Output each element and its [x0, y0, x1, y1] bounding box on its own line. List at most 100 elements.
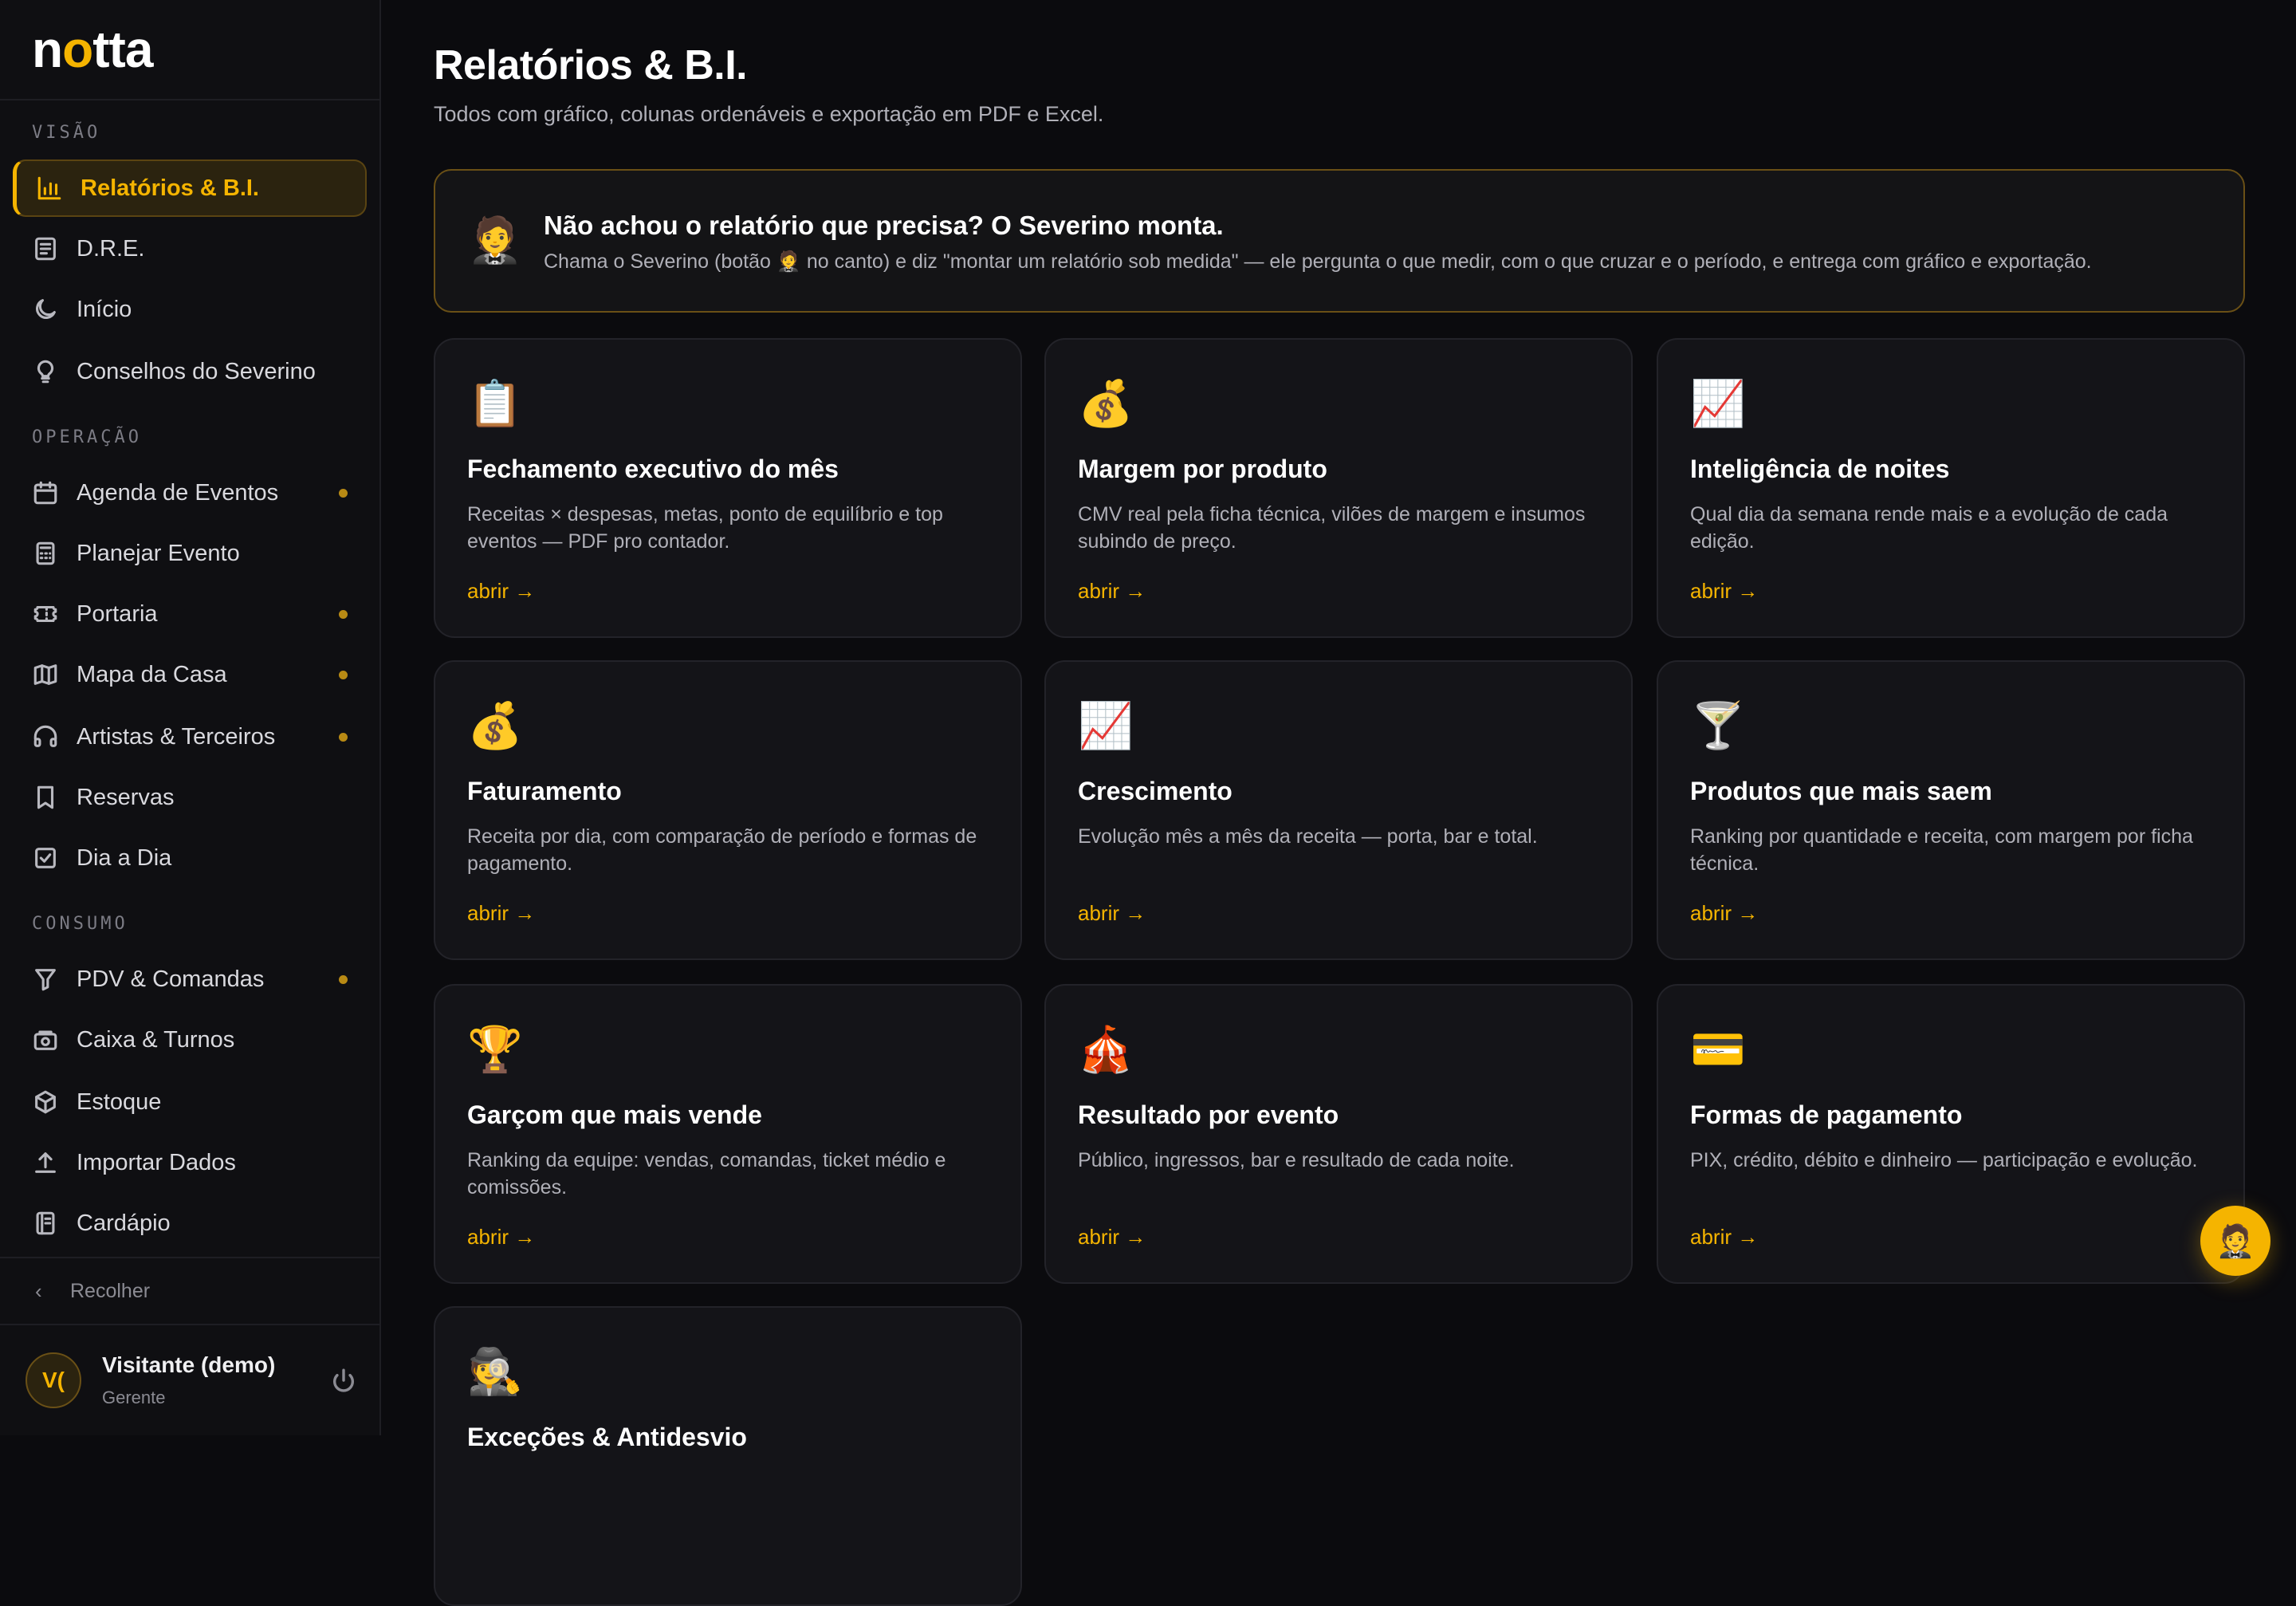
sidebar-item-label: Mapa da Casa [77, 661, 227, 687]
open-link[interactable]: abrir → [1078, 901, 1146, 926]
report-card-faturamento[interactable]: 💰 Faturamento Receita por dia, com compa… [434, 660, 1022, 960]
box-icon [32, 1088, 59, 1116]
notification-dot [339, 488, 348, 498]
sidebar-item-conselhos[interactable]: Conselhos do Severino [13, 343, 367, 400]
sidebar-item-mapa[interactable]: Mapa da Casa [13, 646, 367, 703]
card-description: Qual dia da semana rende mais e a evoluç… [1690, 503, 2168, 553]
document-icon [32, 235, 59, 262]
map-icon [32, 661, 59, 688]
card-description: Público, ingressos, bar e resultado de c… [1078, 1149, 1515, 1171]
sidebar: notta VISÃO Relatórios & B.I. D.R.E. Iní… [0, 0, 381, 1435]
bar-chart-icon [36, 175, 63, 202]
menu-book-icon [32, 1210, 59, 1237]
report-card-garcom[interactable]: 🏆 Garçom que mais vende Ranking da equip… [434, 984, 1022, 1284]
logo-area: notta [0, 0, 379, 100]
cash-register-icon [32, 1026, 59, 1053]
report-card-resultado[interactable]: 🎪 Resultado por evento Público, ingresso… [1044, 984, 1633, 1284]
open-link[interactable]: abrir → [1690, 579, 1758, 604]
notification-dot [339, 732, 348, 742]
sidebar-item-artistas[interactable]: Artistas & Terceiros [13, 708, 367, 766]
banner-text: Chama o Severino (botão 🤵 no canto) e di… [544, 250, 2092, 273]
lightbulb-icon [32, 358, 59, 385]
notification-dot [339, 974, 348, 984]
bookmark-icon [32, 784, 59, 811]
sidebar-item-relatorios[interactable]: Relatórios & B.I. [13, 159, 367, 217]
sidebar-item-agenda[interactable]: Agenda de Eventos [13, 464, 367, 522]
section-label-consumo: CONSUMO [32, 914, 128, 934]
sidebar-item-label: Agenda de Eventos [77, 479, 279, 506]
open-link[interactable]: abrir → [467, 579, 535, 604]
sidebar-item-cardapio[interactable]: Cardápio [13, 1195, 367, 1252]
detective-icon: 🕵️ [467, 1346, 523, 1396]
card-title: Fechamento executivo do mês [467, 455, 839, 483]
upload-icon [32, 1149, 59, 1176]
report-card-excecoes[interactable]: 🕵️ Exceções & Antidesvio [434, 1306, 1022, 1606]
sidebar-item-estoque[interactable]: Estoque [13, 1073, 367, 1131]
page-subtitle: Todos com gráfico, colunas ordenáveis e … [434, 102, 1104, 126]
open-link[interactable]: abrir → [467, 901, 535, 926]
sidebar-item-portaria[interactable]: Portaria [13, 585, 367, 643]
report-card-fechamento[interactable]: 📋 Fechamento executivo do mês Receitas ×… [434, 338, 1022, 638]
butler-icon: 🤵 [467, 215, 523, 265]
sidebar-item-label: D.R.E. [77, 235, 145, 262]
chevron-left-icon: ‹ [35, 1278, 42, 1303]
sidebar-item-importar[interactable]: Importar Dados [13, 1134, 367, 1191]
open-link[interactable]: abrir → [1690, 1225, 1758, 1250]
sidebar-item-label: Cardápio [77, 1210, 171, 1236]
headphones-icon [32, 723, 59, 750]
cocktail-icon: 🍸 [1690, 700, 1746, 750]
card-description: Receitas × despesas, metas, ponto de equ… [467, 503, 943, 553]
notta-logo[interactable]: notta [32, 22, 153, 77]
card-title: Resultado por evento [1078, 1100, 1339, 1129]
sidebar-item-dre[interactable]: D.R.E. [13, 220, 367, 278]
sidebar-item-pdv[interactable]: PDV & Comandas [13, 951, 367, 1008]
notification-dot [339, 609, 348, 619]
card-title: Crescimento [1078, 777, 1233, 805]
sidebar-item-caixa[interactable]: Caixa & Turnos [13, 1011, 367, 1069]
calendar-icon [32, 479, 59, 506]
credit-card-icon: 💳 [1690, 1024, 1746, 1074]
sidebar-item-label: Início [77, 296, 132, 322]
sidebar-item-label: Importar Dados [77, 1149, 236, 1175]
open-link[interactable]: abrir → [1690, 901, 1758, 926]
report-card-crescimento[interactable]: 📈 Crescimento Evolução mês a mês da rece… [1044, 660, 1633, 960]
section-label-visao: VISÃO [32, 123, 101, 143]
card-description: Ranking por quantidade e receita, com ma… [1690, 825, 2193, 875]
card-description: PIX, crédito, débito e dinheiro — partic… [1690, 1149, 2198, 1171]
report-card-produtos[interactable]: 🍸 Produtos que mais saem Ranking por qua… [1657, 660, 2245, 960]
card-description: Receita por dia, com comparação de perío… [467, 825, 977, 875]
butler-icon: 🤵 [2215, 1223, 2255, 1259]
moon-icon [32, 296, 59, 323]
logout-power-icon[interactable] [330, 1367, 357, 1394]
checkbox-icon [32, 844, 59, 872]
card-title: Faturamento [467, 777, 622, 805]
report-card-margem[interactable]: 💰 Margem por produto CMV real pela ficha… [1044, 338, 1633, 638]
card-title: Garçom que mais vende [467, 1100, 762, 1129]
card-title: Inteligência de noites [1690, 455, 1950, 483]
chart-up-icon: 📈 [1078, 700, 1134, 750]
user-name: Visitante (demo) [102, 1352, 276, 1377]
card-description: CMV real pela ficha técnica, vilões de m… [1078, 503, 1586, 553]
user-role: Gerente [102, 1388, 166, 1407]
sidebar-item-dia-a-dia[interactable]: Dia a Dia [13, 829, 367, 887]
severino-banner: 🤵 Não achou o relatório que precisa? O S… [434, 169, 2245, 313]
calculator-icon [32, 540, 59, 567]
sidebar-item-label: Planejar Evento [77, 540, 240, 566]
trophy-icon: 🏆 [467, 1024, 523, 1074]
sidebar-item-reservas[interactable]: Reservas [13, 769, 367, 826]
open-link[interactable]: abrir → [467, 1225, 535, 1250]
sidebar-item-inicio[interactable]: Início [13, 281, 367, 338]
open-link[interactable]: abrir → [1078, 1225, 1146, 1250]
money-bag-icon: 💰 [467, 700, 523, 750]
open-link[interactable]: abrir → [1078, 579, 1146, 604]
report-card-inteligencia[interactable]: 📈 Inteligência de noites Qual dia da sem… [1657, 338, 2245, 638]
severino-chat-button[interactable]: 🤵 [2200, 1206, 2270, 1276]
sidebar-item-planejar[interactable]: Planejar Evento [13, 525, 367, 582]
collapse-sidebar-button[interactable]: ‹ Recolher [0, 1257, 379, 1325]
report-card-formas-pagamento[interactable]: 💳 Formas de pagamento PIX, crédito, débi… [1657, 984, 2245, 1284]
avatar[interactable]: V( [26, 1352, 81, 1408]
page-title: Relatórios & B.I. [434, 42, 748, 89]
sidebar-item-label: Conselhos do Severino [77, 358, 316, 384]
banner-title: Não achou o relatório que precisa? O Sev… [544, 211, 1224, 240]
sidebar-item-label: Relatórios & B.I. [81, 175, 259, 201]
